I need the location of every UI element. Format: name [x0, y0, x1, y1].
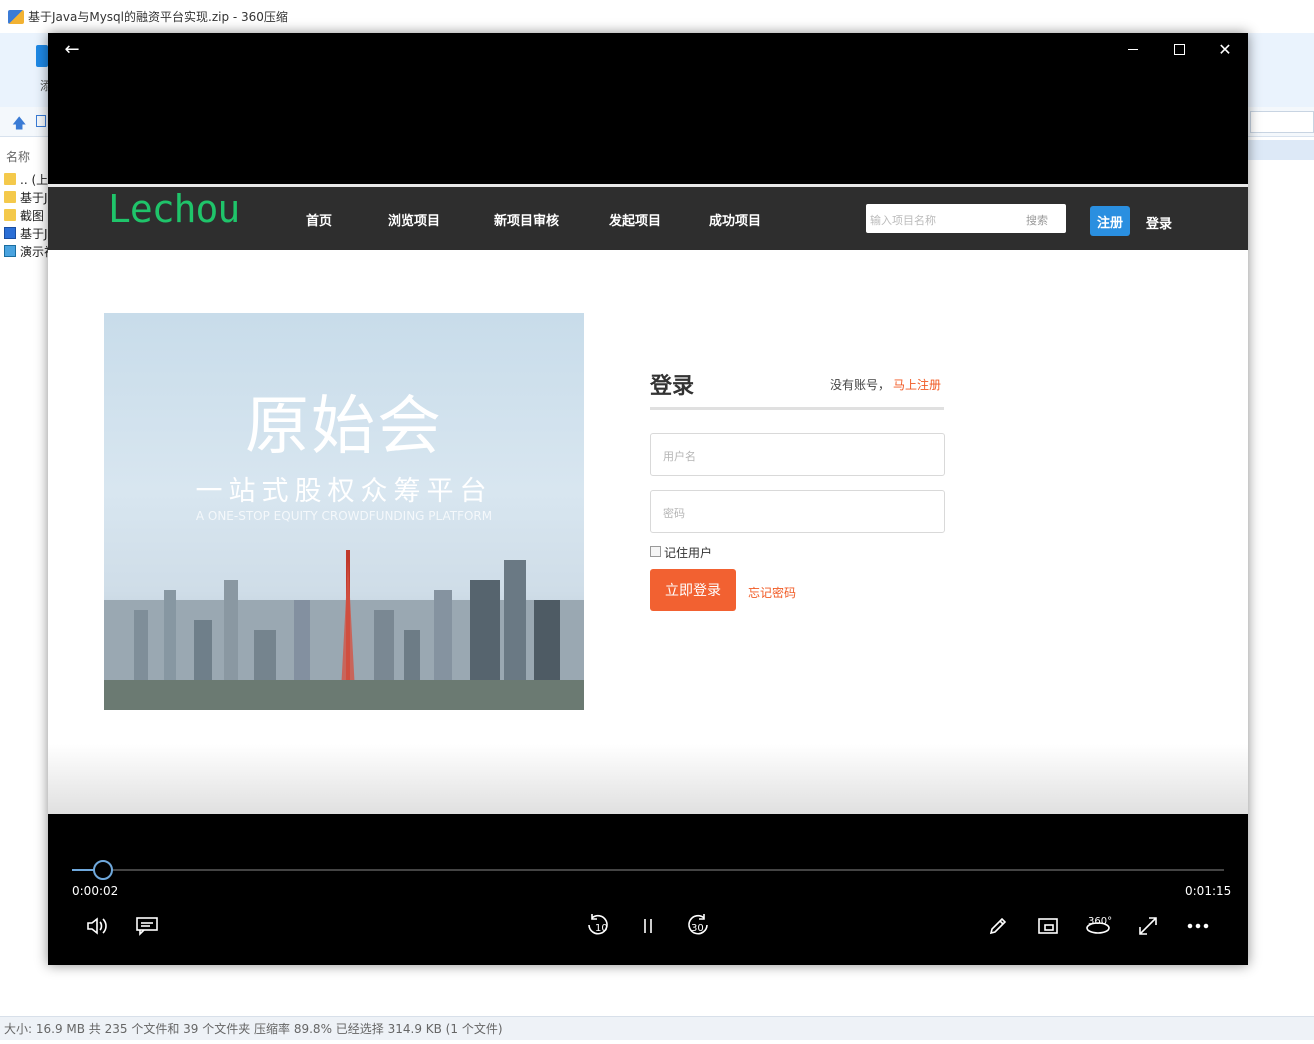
folder-icon	[4, 173, 16, 185]
remember-label: 记住用户	[664, 546, 713, 560]
skip-forward-seconds: 30	[691, 923, 704, 934]
back-arrow-icon[interactable]: ←	[56, 37, 88, 61]
frame-bottom-fade	[48, 744, 1248, 814]
archive-path-icon	[36, 115, 46, 127]
login-title: 登录	[650, 374, 695, 399]
city-skyline-illustration	[104, 550, 584, 710]
archive-search-field[interactable]	[1250, 111, 1314, 133]
video-player-window: ← ✕ Lechou 首页 浏览项目 新项目审核 发起项目 成功项目 输入项目名…	[48, 33, 1248, 965]
pause-icon[interactable]	[631, 911, 665, 941]
site-register-button: 注册	[1090, 206, 1130, 236]
nav-item-success: 成功项目	[709, 214, 762, 229]
file-name: 基于J	[20, 190, 48, 205]
document-icon	[4, 227, 16, 239]
archive-titlebar: 基于Java与Mysql的融资平台实现.zip - 360压缩	[0, 0, 1314, 33]
password-field: 密码	[650, 490, 945, 533]
banner-title: 原始会	[245, 390, 443, 464]
password-placeholder: 密码	[663, 507, 685, 520]
site-logo: Lechou	[108, 187, 240, 231]
folder-icon	[4, 209, 16, 221]
mini-view-icon[interactable]	[1031, 911, 1065, 941]
username-placeholder: 用户名	[663, 450, 696, 463]
video-frame[interactable]: Lechou 首页 浏览项目 新项目审核 发起项目 成功项目 输入项目名称 搜索…	[48, 184, 1248, 814]
login-submit-button: 立即登录	[650, 569, 736, 611]
skip-back-seconds: 10	[595, 923, 608, 934]
add-button-icon[interactable]	[36, 45, 48, 67]
skip-forward-icon[interactable]: 30	[681, 911, 715, 941]
no-account-text: 没有账号，	[830, 378, 891, 392]
file-name: 截图	[20, 208, 45, 223]
folder-icon	[4, 191, 16, 203]
file-name: .. (上	[20, 172, 49, 187]
up-arrow-icon[interactable]: 🡅	[12, 113, 26, 137]
nav-item-review: 新项目审核	[494, 214, 560, 229]
remember-checkbox	[650, 546, 661, 557]
maximize-icon[interactable]	[1164, 37, 1194, 61]
subtitles-icon[interactable]	[130, 911, 164, 941]
site-search-button: 搜索	[1026, 214, 1048, 227]
volume-icon[interactable]	[80, 911, 114, 941]
signup-link: 马上注册	[893, 378, 942, 392]
fullscreen-icon[interactable]	[1131, 911, 1165, 941]
nav-item-launch: 发起项目	[609, 214, 662, 229]
skip-back-icon[interactable]: 10	[581, 911, 615, 941]
site-search-box: 输入项目名称 搜索	[866, 204, 1066, 233]
banner-subtitle: 一站式股权众筹平台	[195, 476, 493, 507]
360-view-icon[interactable]: 360°	[1081, 911, 1115, 941]
seek-thumb[interactable]	[93, 860, 113, 880]
current-time: 0:00:02	[72, 884, 119, 898]
site-search-placeholder: 输入项目名称	[870, 214, 936, 227]
site-login-link: 登录	[1146, 217, 1173, 232]
close-icon[interactable]: ✕	[1210, 37, 1240, 61]
seek-bar[interactable]	[72, 860, 1224, 880]
banner-english-tagline: A ONE-STOP EQUITY CROWDFUNDING PLATFORM	[195, 509, 493, 523]
more-options-icon[interactable]	[1181, 911, 1215, 941]
forgot-password-link: 忘记密码	[748, 586, 797, 600]
minimize-icon[interactable]	[1118, 37, 1148, 61]
file-name: 基于J	[20, 226, 48, 241]
banner-image: 原始会 一站式股权众筹平台 A ONE-STOP EQUITY CROWDFUN…	[104, 313, 584, 710]
pencil-icon[interactable]	[981, 911, 1015, 941]
archive-app-icon	[8, 9, 24, 24]
site-navbar: Lechou 首页 浏览项目 新项目审核 发起项目 成功项目 输入项目名称 搜索…	[48, 187, 1248, 250]
archive-window-title: 基于Java与Mysql的融资平台实现.zip - 360压缩	[28, 10, 288, 24]
nav-item-browse: 浏览项目	[388, 214, 441, 229]
archive-status-text: 大小: 16.9 MB 共 235 个文件和 39 个文件夹 压缩率 89.8%…	[4, 1022, 503, 1036]
video-file-icon	[4, 245, 16, 257]
total-time: 0:01:15	[1185, 884, 1232, 898]
archive-status-bar: 大小: 16.9 MB 共 235 个文件和 39 个文件夹 压缩率 89.8%…	[0, 1016, 1314, 1040]
column-name-label[interactable]: 名称	[6, 148, 30, 165]
360-view-label: 360°	[1088, 916, 1113, 927]
username-field: 用户名	[650, 433, 945, 476]
login-divider	[650, 407, 944, 410]
nav-item-home: 首页	[306, 214, 333, 229]
